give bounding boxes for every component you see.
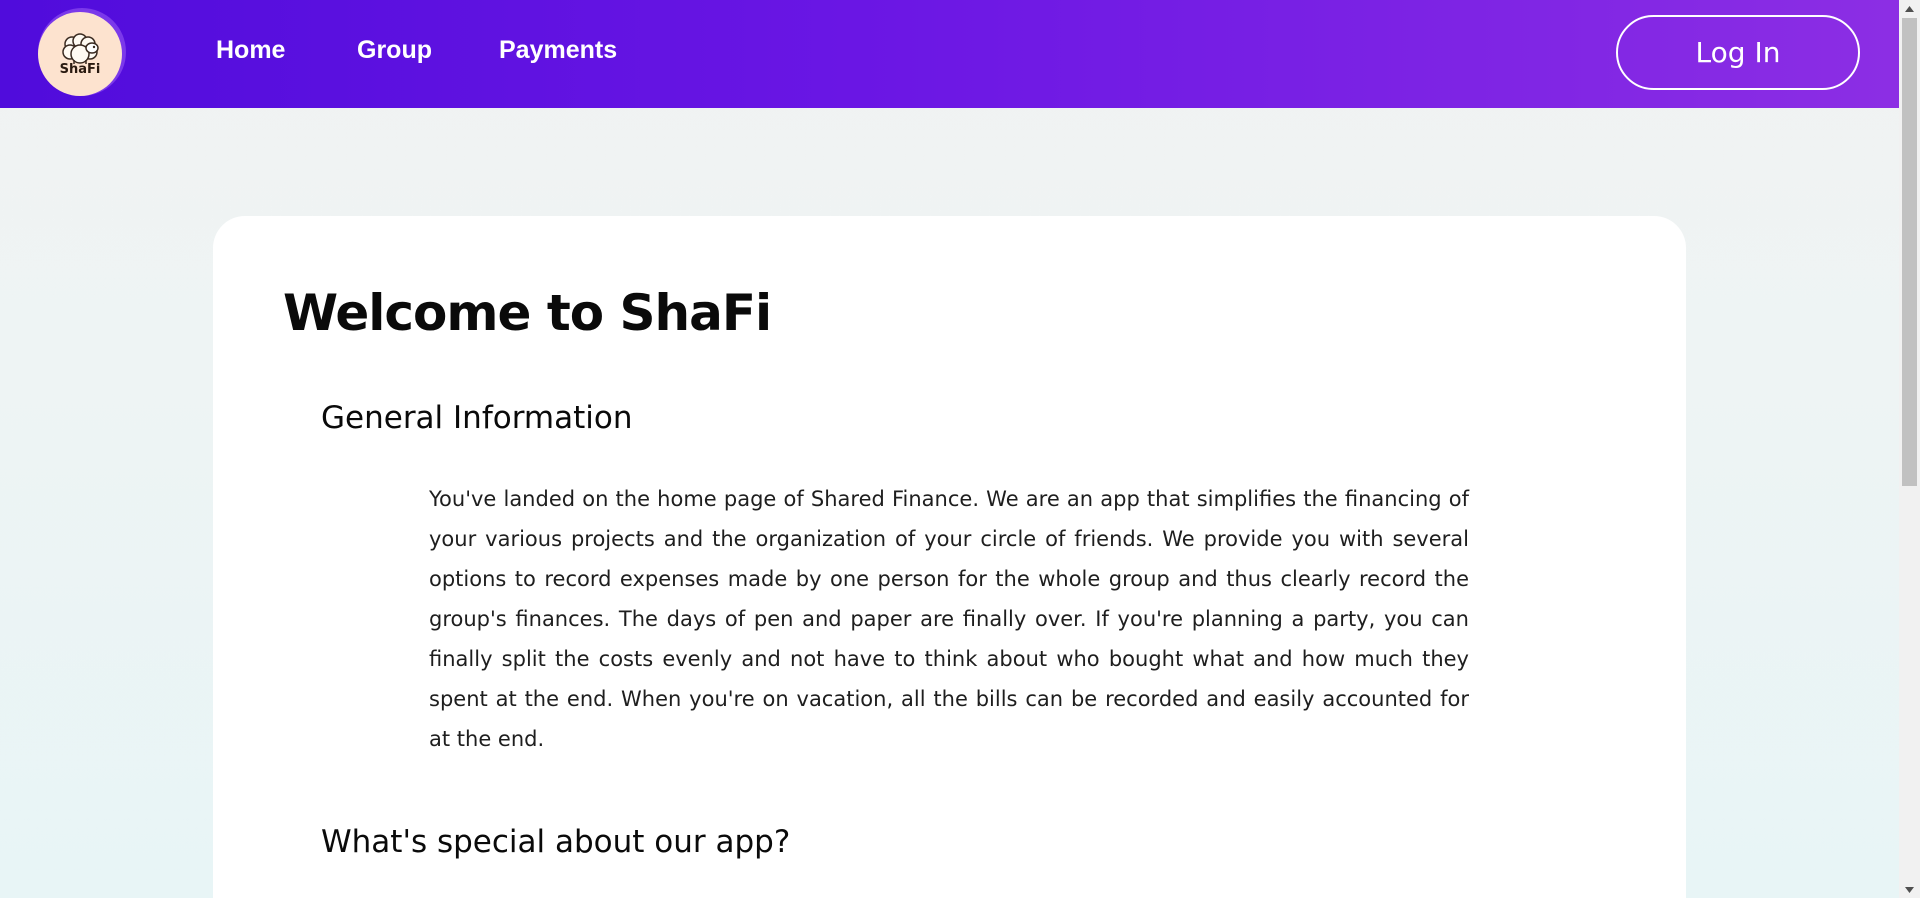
- page-title: Welcome to ShaFi: [283, 284, 772, 342]
- nav-home[interactable]: Home: [216, 38, 285, 63]
- general-info-paragraph: You've landed on the home page of Shared…: [429, 487, 1469, 751]
- nav-payments[interactable]: Payments: [499, 38, 617, 63]
- top-navbar: ShaFi Home Group Payments Log In: [0, 0, 1899, 108]
- scroll-down-arrow-icon[interactable]: [1899, 881, 1920, 898]
- content-card: Welcome to ShaFi General Information You…: [213, 216, 1686, 898]
- section-heading-special: What's special about our app?: [321, 824, 791, 860]
- scroll-thumb[interactable]: [1902, 18, 1917, 486]
- logo-text: ShaFi: [59, 62, 101, 77]
- vertical-scrollbar[interactable]: [1899, 0, 1920, 898]
- logo[interactable]: ShaFi: [38, 12, 122, 96]
- nav-group[interactable]: Group: [357, 38, 432, 63]
- scroll-up-arrow-icon[interactable]: [1899, 0, 1920, 17]
- sheep-icon: [62, 33, 99, 64]
- section-heading-general: General Information: [321, 400, 633, 436]
- login-button[interactable]: Log In: [1616, 15, 1860, 90]
